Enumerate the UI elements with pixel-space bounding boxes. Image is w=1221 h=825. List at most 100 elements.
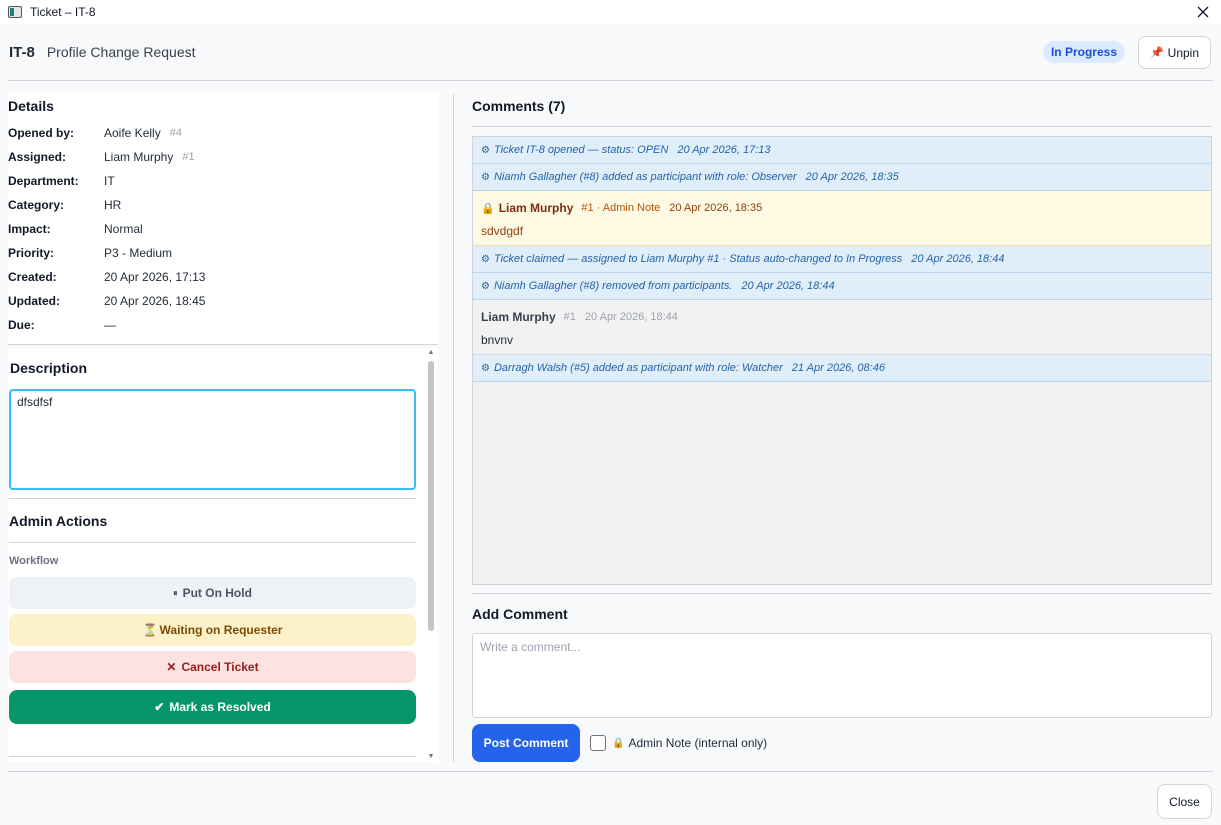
divider — [8, 344, 438, 345]
gear-icon: ⚙ — [481, 144, 490, 156]
detail-row-due: Due: — — [8, 316, 438, 334]
detail-value: Liam Murphy — [104, 150, 174, 164]
divider — [9, 498, 416, 499]
system-event-row: ⚙ Niamh Gallagher (#8) removed from part… — [473, 273, 1211, 300]
system-event-time: 20 Apr 2026, 18:35 — [805, 171, 899, 183]
system-event-row: ⚙ Ticket IT-8 opened — status: OPEN 20 A… — [473, 137, 1211, 164]
detail-label: Created: — [8, 270, 57, 284]
window-title: Ticket – IT-8 — [30, 5, 96, 19]
detail-label: Opened by: — [8, 126, 75, 140]
app-icon — [8, 6, 22, 18]
scrollbar-thumb[interactable] — [428, 361, 434, 631]
detail-value: — — [104, 318, 116, 332]
window-close-icon[interactable] — [1193, 2, 1213, 22]
cancel-ticket-label: Cancel Ticket — [181, 660, 259, 674]
system-event-row: ⚙ Darragh Walsh (#5) added as participan… — [473, 355, 1211, 382]
detail-value: Aoife Kelly — [104, 126, 161, 140]
left-scroll-area[interactable]: Description dfsdfsf Admin Actions Workfl… — [8, 348, 438, 762]
system-event-row: ⚙ Ticket claimed — assigned to Liam Murp… — [473, 246, 1211, 273]
comment-body: sdvdgdf — [481, 224, 524, 238]
detail-label: Category: — [8, 198, 65, 212]
detail-row-impact: Impact: Normal — [8, 220, 438, 238]
comment-author: Liam Murphy — [481, 310, 556, 324]
detail-label: Assigned: — [8, 150, 67, 164]
post-comment-button[interactable]: Post Comment — [472, 724, 580, 762]
detail-row-department: Department: IT — [8, 172, 438, 190]
detail-row-created: Created: 20 Apr 2026, 17:13 — [8, 268, 438, 286]
system-event-time: 21 Apr 2026, 08:46 — [791, 362, 885, 374]
waiting-on-requester-button[interactable]: ⏳ Waiting on Requester — [9, 614, 416, 646]
pause-icon: ⏸ — [173, 587, 178, 598]
system-event-time: 20 Apr 2026, 18:44 — [741, 280, 835, 292]
comment-author: Liam Murphy — [498, 201, 574, 215]
add-comment-title: Add Comment — [472, 606, 568, 622]
detail-value: Normal — [104, 222, 143, 236]
left-scrollbar[interactable]: ▲ ▼ — [426, 348, 436, 762]
detail-label: Updated: — [8, 294, 60, 308]
detail-label: Due: — [8, 318, 35, 332]
description-title: Description — [10, 360, 88, 376]
waiting-on-requester-label: Waiting on Requester — [159, 623, 283, 637]
admin-note-checkbox-label[interactable]: 🔒 Admin Note (internal only) — [612, 736, 767, 750]
comments-list[interactable]: ⚙ Ticket IT-8 opened — status: OPEN 20 A… — [472, 136, 1212, 585]
detail-label: Department: — [8, 174, 79, 188]
lock-icon: 🔒 — [481, 202, 495, 215]
details-panel: Details Opened by: Aoife Kelly #4 Assign… — [8, 93, 438, 344]
put-on-hold-label: Put On Hold — [182, 586, 252, 600]
hourglass-icon: ⏳ — [142, 623, 158, 637]
ticket-window: IT-8 Profile Change Request In Progress … — [0, 24, 1221, 825]
status-badge: In Progress — [1042, 41, 1125, 63]
detail-row-category: Category: HR — [8, 196, 438, 214]
divider — [8, 771, 1213, 772]
comment-time: 20 Apr 2026, 18:35 — [669, 202, 763, 214]
comments-title: Comments (7) — [472, 98, 566, 114]
admin-actions-title: Admin Actions — [9, 513, 108, 529]
description-textarea[interactable]: dfsdfsf — [9, 389, 416, 490]
window-titlebar: Ticket – IT-8 — [0, 0, 1221, 24]
system-event-text: Darragh Walsh (#5) added as participant … — [493, 362, 783, 374]
workflow-label: Workflow — [9, 555, 59, 567]
put-on-hold-button[interactable]: ⏸ Put On Hold — [9, 577, 416, 609]
system-event-time: 20 Apr 2026, 18:44 — [911, 253, 1005, 265]
scroll-up-arrow-icon[interactable]: ▲ — [426, 348, 436, 358]
detail-value: HR — [104, 198, 122, 212]
mark-as-resolved-button[interactable]: ✔ Mark as Resolved — [9, 690, 416, 724]
divider — [472, 593, 1212, 594]
detail-row-assigned: Assigned: Liam Murphy #1 — [8, 148, 438, 166]
detail-row-updated: Updated: 20 Apr 2026, 18:45 — [8, 292, 438, 310]
panel-splitter — [453, 94, 454, 762]
comment-meta: #1 · Admin Note — [581, 202, 661, 214]
user-id: #1 — [182, 151, 195, 163]
admin-note-row: 🔒 Liam Murphy #1 · Admin Note 20 Apr 202… — [473, 191, 1211, 246]
gear-icon: ⚙ — [481, 171, 490, 183]
divider — [9, 542, 416, 543]
comment-author-id: #1 — [563, 311, 576, 323]
user-id: #4 — [169, 127, 182, 139]
comment-body: bnvnv — [481, 333, 514, 347]
comment-input[interactable] — [472, 633, 1212, 718]
system-event-text: Ticket IT-8 opened — status: OPEN — [493, 144, 669, 156]
detail-value: IT — [104, 174, 115, 188]
unpin-button[interactable]: 📌 Unpin — [1138, 36, 1211, 69]
system-event-row: ⚙ Niamh Gallagher (#8) added as particip… — [473, 164, 1211, 191]
gear-icon: ⚙ — [481, 280, 490, 292]
pin-icon: 📌 — [1149, 47, 1164, 59]
admin-note-checkbox[interactable] — [590, 735, 606, 751]
detail-value: 20 Apr 2026, 17:13 — [104, 270, 206, 284]
system-event-text: Niamh Gallagher (#8) removed from partic… — [493, 280, 733, 292]
checkmark-icon: ✔ — [154, 700, 165, 714]
detail-row-priority: Priority: P3 - Medium — [8, 244, 438, 262]
close-button[interactable]: Close — [1157, 784, 1212, 819]
comment-time: 20 Apr 2026, 18:44 — [584, 311, 678, 323]
mark-as-resolved-label: Mark as Resolved — [169, 700, 271, 714]
detail-row-opened-by: Opened by: Aoife Kelly #4 — [8, 124, 438, 142]
unpin-label: Unpin — [1167, 45, 1200, 60]
detail-label: Priority: — [8, 246, 55, 260]
divider — [472, 126, 1212, 127]
scroll-down-arrow-icon[interactable]: ▼ — [426, 752, 436, 762]
cancel-ticket-button[interactable]: ✕ Cancel Ticket — [9, 651, 416, 683]
divider — [8, 80, 1213, 81]
close-icon: ✕ — [166, 660, 177, 674]
system-event-text: Ticket claimed — assigned to Liam Murphy… — [493, 253, 903, 265]
gear-icon: ⚙ — [481, 362, 490, 374]
